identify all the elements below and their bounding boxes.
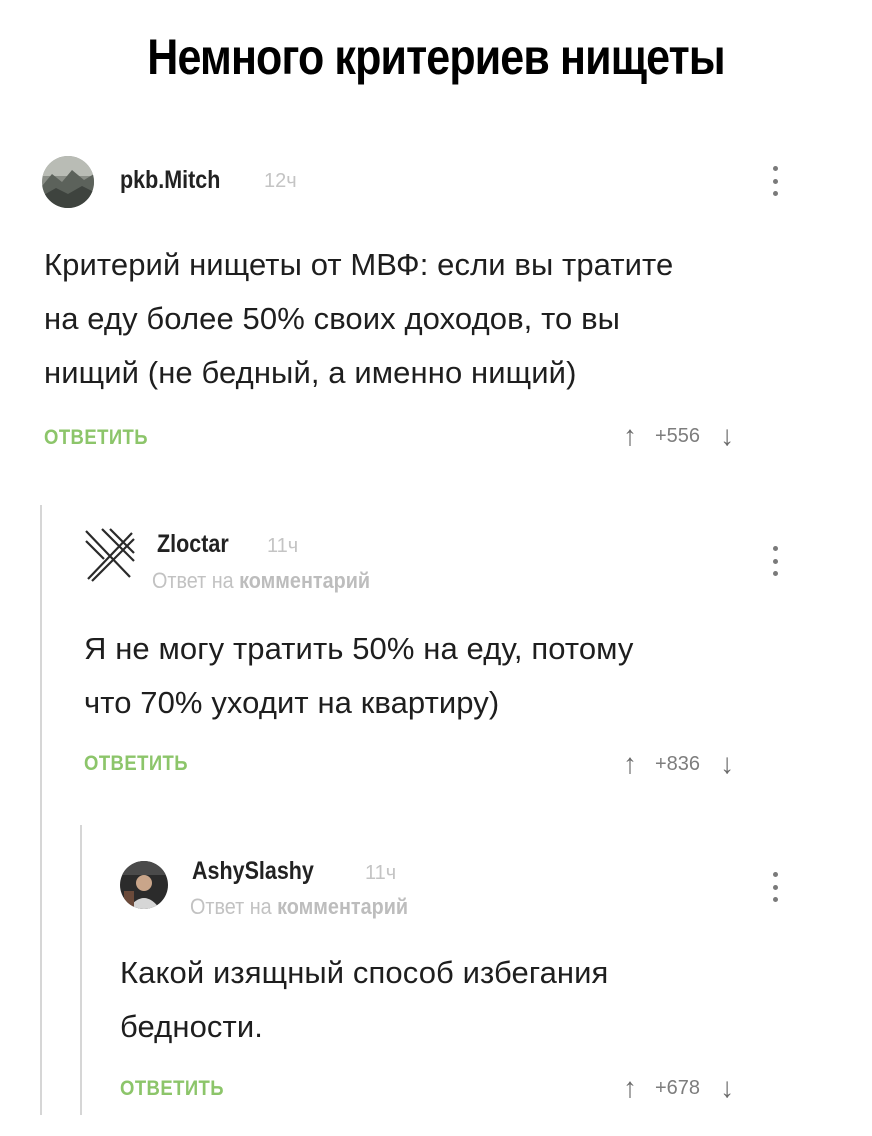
reply-to-link[interactable]: комментарий <box>277 894 408 919</box>
reply-button[interactable]: ОТВЕТИТЬ <box>120 1077 224 1101</box>
comment-3: AshySlashy 11ч Ответ на комментарий Како… <box>0 0 872 1120</box>
downvote-arrow-icon[interactable]: ↓ <box>720 1073 734 1103</box>
reply-to-label: Ответ на комментарий <box>190 894 409 919</box>
avatar-photo-icon <box>120 861 168 909</box>
vote-controls: ↑ +678 ↓ <box>623 1073 734 1103</box>
avatar[interactable] <box>120 861 168 909</box>
comment-text: Какой изящный способ избегания бедности. <box>120 955 609 1044</box>
rating: +678 <box>655 1077 701 1099</box>
timestamp: 11ч <box>365 862 397 884</box>
upvote-arrow-icon[interactable]: ↑ <box>623 1073 637 1103</box>
kebab-menu-icon[interactable] <box>772 872 778 902</box>
username[interactable]: AshySlashy <box>192 857 314 886</box>
